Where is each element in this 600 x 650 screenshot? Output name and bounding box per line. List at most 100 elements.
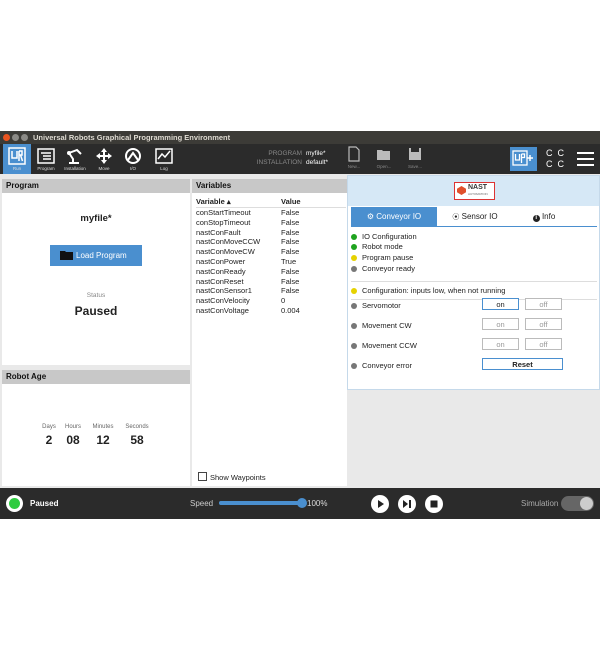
- new-file-icon: [348, 146, 360, 162]
- conveyor-icon: ⚙: [366, 212, 375, 221]
- installation-info: INSTALLATION default*: [242, 159, 328, 166]
- variable-row: nastConVelocity 0: [196, 296, 346, 306]
- program-name: myfile*: [306, 150, 326, 157]
- tab-log[interactable]: Log: [150, 144, 178, 174]
- open-file-button[interactable]: Open...: [371, 146, 397, 169]
- new-file-button[interactable]: New...: [341, 146, 367, 169]
- tab-installation-label: Installation: [64, 166, 86, 171]
- variable-value: False: [281, 276, 300, 286]
- minimize-window-icon[interactable]: [12, 134, 19, 141]
- variable-name: nastConFault: [196, 227, 241, 237]
- nast-logo-text: NAST: [468, 184, 488, 191]
- tab-run-label: Run: [12, 166, 22, 171]
- tab-run[interactable]: Run: [3, 144, 31, 174]
- variable-value: 0: [281, 296, 286, 306]
- save-file-button[interactable]: Save...: [402, 146, 428, 169]
- status-dot: [351, 266, 357, 272]
- reset-button[interactable]: Reset: [482, 358, 563, 370]
- age-seconds: Seconds 58: [121, 424, 153, 447]
- tab-conveyor-io[interactable]: ⚙ Conveyor IO: [351, 207, 437, 226]
- cc-4: C: [557, 159, 565, 169]
- variable-name: nastConVelocity: [196, 296, 250, 306]
- io-off-button[interactable]: off: [525, 318, 562, 330]
- cc-2: C: [557, 148, 565, 158]
- program-panel: myfile* Load Program Status Paused: [2, 193, 190, 365]
- variable-name: nastConReady: [196, 266, 246, 276]
- cc-1: C: [546, 148, 553, 158]
- status-text: Conveyor ready: [362, 264, 415, 273]
- tab-info[interactable]: i Info: [514, 207, 574, 226]
- robot-status-indicator[interactable]: [6, 495, 23, 512]
- tab-program[interactable]: Program: [32, 144, 60, 174]
- tab-program-label: Program: [37, 166, 55, 171]
- status-item: Program pause: [351, 253, 413, 262]
- robot-arm-icon: [67, 148, 82, 164]
- nast-logo: NAST AUTOMATION: [454, 182, 495, 200]
- simulation-toggle[interactable]: [561, 496, 594, 511]
- urcaps-button[interactable]: [510, 147, 537, 171]
- io-gauge-icon: [125, 148, 141, 164]
- status-dot: [351, 234, 357, 240]
- new-file-label: New...: [347, 164, 361, 169]
- simulation-label: Simulation: [521, 499, 559, 508]
- io-control-dot: [351, 323, 357, 329]
- variable-name: conStartTimeout: [196, 208, 251, 217]
- tab-move[interactable]: Move: [90, 144, 118, 174]
- tab-info-label: Info: [541, 212, 556, 221]
- stop-icon: [430, 500, 438, 508]
- tab-move-label: Move: [98, 166, 110, 171]
- nast-logo-icon: [457, 186, 466, 195]
- hamburger-menu-icon[interactable]: [577, 152, 594, 166]
- maximize-window-icon[interactable]: [21, 134, 28, 141]
- folder-icon: [60, 251, 73, 260]
- speed-slider[interactable]: [219, 498, 307, 508]
- log-chart-icon: [155, 148, 173, 164]
- io-off-button[interactable]: off: [525, 298, 562, 310]
- variable-value: False: [281, 266, 300, 276]
- status-text: Program pause: [362, 253, 414, 262]
- conveyor-error-row: Conveyor error: [351, 361, 412, 370]
- variable-name: nastConVoltage: [196, 305, 249, 315]
- status-item: Conveyor ready: [351, 264, 415, 273]
- show-waypoints-checkbox[interactable]: Show Waypoints: [198, 472, 266, 482]
- play-button[interactable]: [371, 495, 389, 513]
- variable-name: nastConSensor1: [196, 286, 252, 296]
- value-column-header[interactable]: Value: [281, 197, 301, 206]
- installation-key: INSTALLATION: [256, 159, 302, 166]
- speed-slider-handle[interactable]: [297, 498, 307, 508]
- io-control-dot: [351, 303, 357, 309]
- checkbox-box[interactable]: [198, 472, 207, 481]
- variable-name: nastConMoveCCW: [196, 237, 261, 247]
- save-file-label: Save...: [407, 164, 422, 169]
- tab-sensor-io-label: Sensor IO: [461, 212, 498, 221]
- open-file-label: Open...: [376, 164, 392, 169]
- variable-name: nastConReset: [196, 276, 244, 286]
- io-on-button[interactable]: on: [482, 318, 519, 330]
- step-button[interactable]: [398, 495, 416, 513]
- load-program-button[interactable]: Load Program: [50, 245, 142, 266]
- tab-sensor-io[interactable]: ⦿ Sensor IO: [438, 207, 512, 226]
- stop-button[interactable]: [425, 495, 443, 513]
- program-filename: myfile*: [80, 213, 112, 224]
- variable-row: nastConVoltage 0.004: [196, 306, 346, 316]
- move-arrows-icon: [96, 148, 112, 164]
- main-toolbar: Run Program Installation Move I/O Log PR…: [0, 144, 600, 174]
- close-window-icon[interactable]: [3, 134, 10, 141]
- variable-row: nastConReset False: [196, 277, 346, 287]
- status-label: Status: [86, 292, 106, 299]
- tab-installation[interactable]: Installation: [61, 144, 89, 174]
- variable-value: False: [281, 237, 300, 247]
- tab-conveyor-io-label: Conveyor IO: [376, 212, 422, 221]
- io-control-dot: [351, 343, 357, 349]
- tab-io[interactable]: I/O: [119, 144, 147, 174]
- io-on-button[interactable]: on: [482, 298, 519, 310]
- age-seconds-value: 58: [130, 433, 144, 447]
- age-hours-value: 08: [66, 433, 80, 447]
- age-minutes-label: Minutes: [92, 424, 114, 430]
- nast-logo-sub: AUTOMATION: [468, 192, 488, 196]
- io-off-button[interactable]: off: [525, 338, 562, 350]
- nast-conveyor-panel: NAST AUTOMATION ⚙ Conveyor IO ⦿ Sensor I…: [347, 175, 600, 390]
- io-on-button[interactable]: on: [482, 338, 519, 350]
- variable-column-header[interactable]: Variable ▴: [196, 197, 231, 206]
- cc-indicator: C C C C: [546, 148, 566, 170]
